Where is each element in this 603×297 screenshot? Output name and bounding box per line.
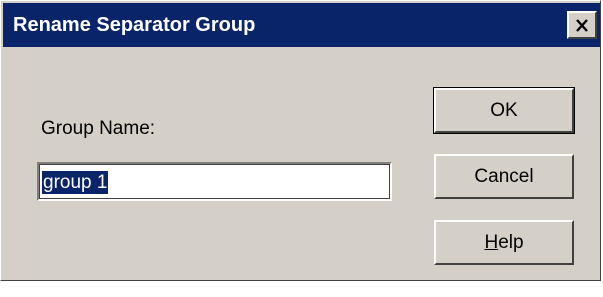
close-button[interactable] — [567, 11, 597, 39]
help-button-label: Help — [484, 232, 523, 254]
group-name-value: group 1 — [42, 171, 109, 194]
ok-button[interactable]: OK — [433, 87, 575, 134]
close-icon — [576, 18, 588, 32]
title-bar: Rename Separator Group — [3, 3, 600, 47]
cancel-button[interactable]: Cancel — [434, 154, 574, 199]
rename-separator-group-dialog: Rename Separator Group Group Name: group… — [0, 0, 601, 281]
help-button[interactable]: Help — [434, 220, 574, 265]
help-mnemonic: H — [484, 231, 499, 253]
cancel-button-label: Cancel — [474, 165, 534, 187]
group-name-label: Group Name: — [41, 118, 156, 139]
group-name-input[interactable]: group 1 — [37, 162, 392, 201]
window-title: Rename Separator Group — [13, 14, 256, 36]
ok-button-label: OK — [490, 99, 518, 121]
help-label-rest: elp — [498, 231, 524, 253]
